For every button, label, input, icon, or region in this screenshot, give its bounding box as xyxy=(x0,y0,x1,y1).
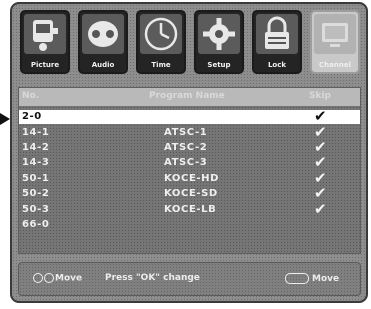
tab-channel-label: Channel xyxy=(319,61,351,69)
menu-button-icon xyxy=(285,273,309,284)
clock-icon xyxy=(140,14,182,54)
tab-channel[interactable]: Channel xyxy=(310,10,360,74)
check-icon: ✔ xyxy=(314,200,327,218)
tab-audio-label: Audio xyxy=(91,61,115,69)
channel-number: 50-3 xyxy=(22,204,50,215)
menu-move-label: Move xyxy=(312,274,340,284)
header-program-name: Program Name xyxy=(149,91,225,101)
gear-icon xyxy=(198,14,240,54)
tab-picture[interactable]: Picture xyxy=(20,10,70,74)
channel-list: No. Program Name Skip 2-0 ✔ 14-1 ATSC-1 … xyxy=(18,87,361,254)
channel-list-header: No. Program Name Skip xyxy=(19,88,360,106)
tab-time[interactable]: Time xyxy=(136,10,186,74)
channel-number: 2-0 xyxy=(22,111,42,122)
ok-hint-label: Press "OK" change xyxy=(105,273,200,283)
channel-name: KOCE-HD xyxy=(164,173,219,184)
channel-name: KOCE-SD xyxy=(164,188,218,199)
move-hint-label: Move xyxy=(55,273,83,284)
menu-tab-bar: Picture Audio Time Setup Lock Channel xyxy=(20,10,360,76)
tab-setup[interactable]: Setup xyxy=(194,10,244,74)
channel-number: 14-2 xyxy=(22,142,50,153)
speaker-icon xyxy=(82,14,124,54)
channel-row[interactable]: 2-0 ✔ xyxy=(19,107,360,125)
tab-time-label: Time xyxy=(151,61,171,69)
tab-setup-label: Setup xyxy=(207,61,231,69)
arrow-keys-hint: Move xyxy=(33,273,82,284)
menu-key-hint: Move xyxy=(285,273,339,284)
tv-icon xyxy=(314,14,356,54)
channel-row[interactable]: 14-2 ATSC-2 ✔ xyxy=(19,138,360,156)
channel-number: 66-0 xyxy=(22,219,50,230)
channel-number: 50-2 xyxy=(22,188,50,199)
lock-icon xyxy=(256,14,298,54)
channel-row[interactable]: 50-2 KOCE-SD ✔ xyxy=(19,184,360,202)
channel-number: 50-1 xyxy=(22,173,50,184)
channel-name: ATSC-1 xyxy=(164,127,208,138)
pointer-arrow-icon xyxy=(0,113,10,125)
tab-picture-label: Picture xyxy=(30,61,60,69)
channel-name: ATSC-3 xyxy=(164,157,208,168)
channel-name: ATSC-2 xyxy=(164,142,208,153)
channel-number: 14-1 xyxy=(22,127,50,138)
header-number: No. xyxy=(22,91,40,101)
channel-row[interactable]: 66-0 xyxy=(19,218,360,232)
tab-lock[interactable]: Lock xyxy=(252,10,302,74)
channel-menu-osd: Picture Audio Time Setup Lock Channel No… xyxy=(10,2,368,303)
tab-lock-label: Lock xyxy=(267,61,287,69)
channel-row[interactable]: 50-3 KOCE-LB ✔ xyxy=(19,200,360,218)
channel-row[interactable]: 50-1 KOCE-HD ✔ xyxy=(19,169,360,187)
down-arrow-button-icon xyxy=(44,273,54,283)
tab-audio[interactable]: Audio xyxy=(78,10,128,74)
channel-name: KOCE-LB xyxy=(164,204,217,215)
channel-number: 14-3 xyxy=(22,157,50,168)
header-skip: Skip xyxy=(309,91,331,101)
channel-row[interactable]: 14-3 ATSC-3 ✔ xyxy=(19,153,360,171)
up-arrow-button-icon xyxy=(33,273,43,283)
channel-row[interactable]: 14-1 ATSC-1 ✔ xyxy=(19,123,360,141)
help-bar: Move Press "OK" change Move xyxy=(18,262,361,296)
camera-icon xyxy=(24,14,66,54)
